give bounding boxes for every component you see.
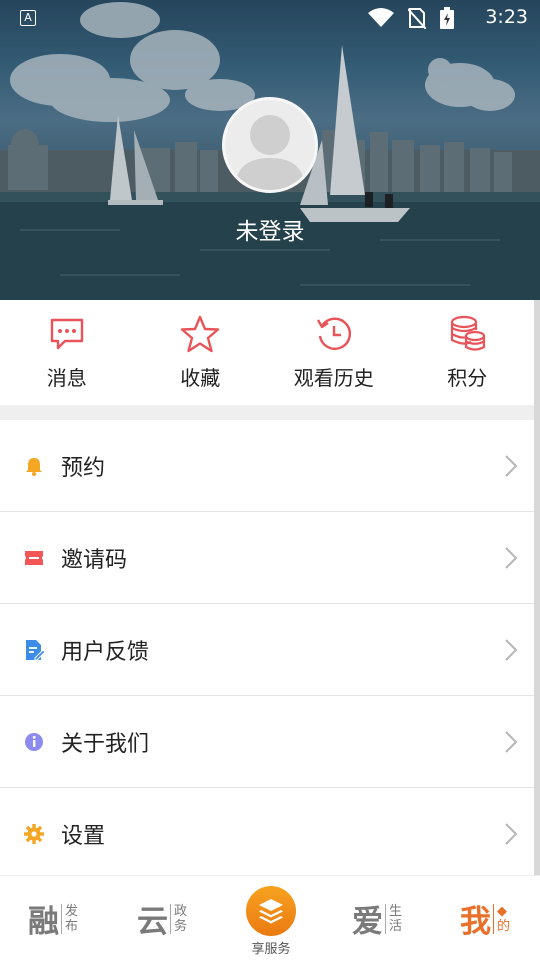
tab-small-text: 发 布 — [61, 903, 79, 934]
services-circle-button — [246, 886, 296, 936]
tab-small-char: 活 — [389, 918, 403, 934]
tab-small-char: 布 — [65, 918, 79, 934]
quick-action-points[interactable]: 积分 — [401, 300, 535, 405]
quick-actions-bar: 消息 收藏 观看历史 积分 — [0, 300, 534, 405]
chevron-right-icon — [505, 731, 518, 753]
quick-action-label: 收藏 — [180, 366, 221, 390]
login-status-text[interactable]: 未登录 — [0, 212, 540, 246]
battery-icon — [440, 7, 454, 29]
feedback-edit-icon — [26, 640, 45, 661]
chevron-right-icon — [505, 547, 518, 569]
chevron-right-icon — [505, 455, 518, 477]
tab-mine[interactable]: 我 ◆ 的 — [460, 876, 510, 960]
tab-life[interactable]: 爱 生 活 — [352, 876, 402, 960]
tab-services[interactable]: 享服务 — [245, 886, 297, 957]
tab-big-char: 我 — [460, 904, 491, 940]
quick-action-label: 观看历史 — [293, 366, 374, 390]
scrollbar[interactable] — [534, 300, 540, 875]
tab-big-char: 融 — [28, 904, 59, 940]
status-time: 3:23 — [485, 6, 528, 28]
menu-item-label: 预约 — [61, 456, 106, 481]
tab-small-char: 的 — [497, 918, 511, 934]
menu-item-invite-code[interactable]: 邀请码 — [0, 512, 534, 604]
history-icon — [316, 317, 351, 350]
gear-icon — [24, 824, 44, 844]
tab-small-char: 政 — [174, 903, 188, 919]
tab-small-text: 生 活 — [385, 903, 403, 934]
quick-action-label: 积分 — [447, 366, 488, 390]
tab-big-char: 云 — [137, 904, 168, 940]
menu-item-label: 邀请码 — [61, 548, 128, 573]
tab-government[interactable]: 云 政 务 — [137, 876, 187, 960]
bell-icon — [26, 458, 42, 476]
tab-small-char: ◆ — [497, 903, 507, 919]
info-icon — [25, 733, 43, 751]
star-icon — [181, 315, 220, 353]
tab-big-char: 爱 — [352, 904, 383, 940]
chevron-right-icon — [505, 823, 518, 845]
message-icon — [50, 318, 83, 350]
profile-header: A 3:23 未登录 — [0, 0, 540, 300]
layers-icon — [259, 899, 283, 924]
user-silhouette-icon — [235, 115, 305, 190]
menu-item-feedback[interactable]: 用户反馈 — [0, 604, 534, 696]
quick-action-history[interactable]: 观看历史 — [267, 300, 401, 405]
status-bar: A 3:23 — [0, 0, 540, 36]
avatar[interactable] — [222, 97, 318, 193]
wifi-icon — [368, 8, 394, 27]
tab-services-label: 享服务 — [251, 942, 291, 957]
coins-icon — [451, 315, 486, 351]
menu-item-label: 用户反馈 — [61, 640, 150, 665]
quick-action-label: 消息 — [46, 366, 87, 390]
settings-menu-list: 预约 邀请码 用户反馈 关于我们 设置 — [0, 420, 534, 880]
tab-small-char: 务 — [174, 918, 188, 934]
no-sim-icon — [408, 8, 426, 29]
quick-action-messages[interactable]: 消息 — [0, 300, 134, 405]
bottom-navigation: 融 发 布 云 政 务 享服务 爱 生 活 我 ◆ 的 — [0, 875, 540, 960]
chevron-right-icon — [505, 639, 518, 661]
status-icons — [368, 7, 454, 29]
tab-small-text: 政 务 — [170, 903, 188, 934]
tab-small-char: 发 — [65, 903, 79, 919]
menu-item-label: 关于我们 — [61, 732, 150, 757]
menu-item-settings[interactable]: 设置 — [0, 788, 534, 880]
notification-a-icon: A — [20, 10, 36, 26]
tab-small-text: ◆ 的 — [493, 903, 511, 934]
section-divider — [0, 405, 534, 420]
tab-small-char: 生 — [389, 903, 403, 919]
tab-release[interactable]: 融 发 布 — [28, 876, 78, 960]
menu-item-label: 设置 — [61, 824, 106, 849]
quick-action-favorites[interactable]: 收藏 — [134, 300, 268, 405]
menu-item-about-us[interactable]: 关于我们 — [0, 696, 534, 788]
ticket-icon — [25, 551, 43, 565]
menu-item-appointment[interactable]: 预约 — [0, 420, 534, 512]
